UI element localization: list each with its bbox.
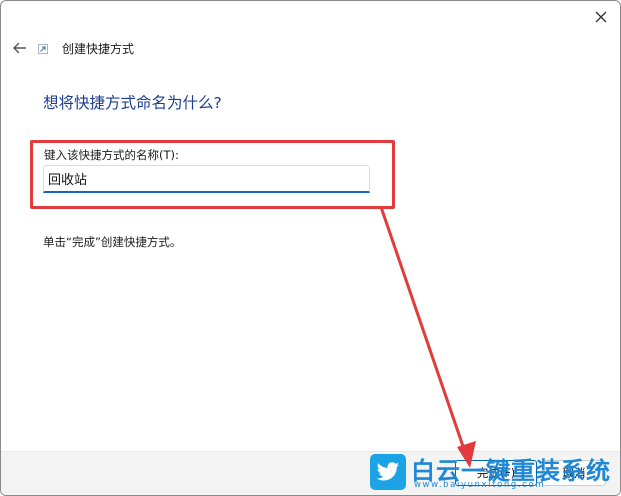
- name-field-label: 键入该快捷方式的名称(T):: [44, 148, 179, 162]
- close-icon: [595, 11, 607, 23]
- create-shortcut-dialog: 创建快捷方式 想将快捷方式命名为什么? 键入该快捷方式的名称(T): 单击“完成…: [0, 0, 621, 496]
- close-button[interactable]: [584, 3, 618, 31]
- finish-hint-text: 单击“完成”创建快捷方式。: [43, 235, 182, 249]
- window-title: 创建快捷方式: [62, 42, 135, 56]
- back-button[interactable]: [9, 37, 31, 59]
- shortcut-name-input[interactable]: [43, 165, 370, 193]
- back-arrow-icon: [13, 42, 26, 54]
- shortcut-icon: [38, 44, 48, 54]
- page-heading: 想将快捷方式命名为什么?: [43, 94, 222, 112]
- wizard-header: 创建快捷方式: [1, 33, 620, 63]
- cancel-button[interactable]: 取消: [542, 460, 606, 486]
- finish-button[interactable]: 完成(F): [455, 460, 537, 486]
